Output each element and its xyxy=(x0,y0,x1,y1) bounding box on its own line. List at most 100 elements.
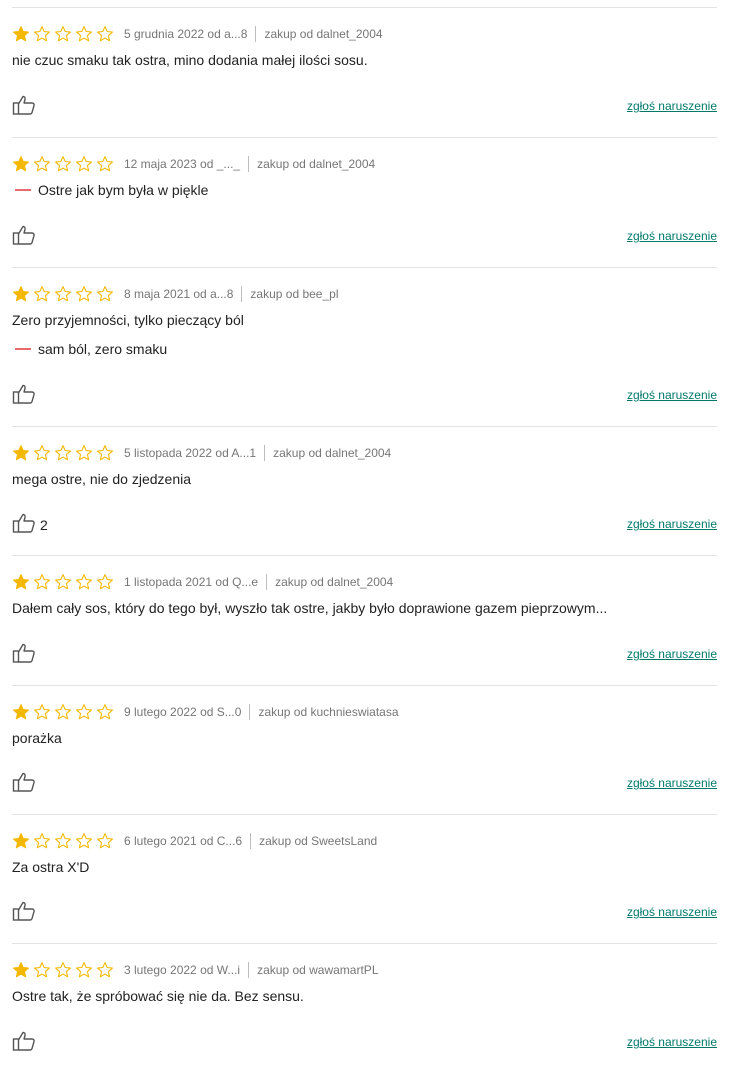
star-filled-icon xyxy=(12,444,30,462)
review-text: Ostre tak, że spróbować się nie da. Bez … xyxy=(12,988,304,1004)
review-date-author: 6 lutego 2021 od C...6 xyxy=(124,834,243,848)
review-item: 5 grudnia 2022 od a...8 zakup od dalnet_2… xyxy=(12,8,717,138)
star-filled-icon xyxy=(12,961,30,979)
star-empty-icon xyxy=(33,573,51,591)
thumbs-up-icon xyxy=(12,1030,36,1052)
report-violation-link[interactable]: zgłoś naruszenie xyxy=(627,647,717,661)
report-violation-link[interactable]: zgłoś naruszenie xyxy=(627,388,717,402)
star-empty-icon xyxy=(75,285,93,303)
like-button[interactable]: 2 xyxy=(12,512,48,534)
thumbs-up-icon xyxy=(12,642,36,664)
review-meta: 6 lutego 2021 od C...6 zakup od SweetsLan… xyxy=(12,831,377,851)
star-empty-icon xyxy=(96,444,114,462)
review-seller: zakup od dalnet_2004 xyxy=(273,446,392,460)
review-item: 8 maja 2021 od a...8 zakup od bee_pl Zero … xyxy=(12,268,717,427)
report-violation-link[interactable]: zgłoś naruszenie xyxy=(627,517,717,531)
report-violation-link[interactable]: zgłoś naruszenie xyxy=(627,1035,717,1049)
star-empty-icon xyxy=(54,832,72,850)
review-con-text: Ostre jak bym była w piękle xyxy=(38,182,209,198)
star-filled-icon xyxy=(12,703,30,721)
meta-separator xyxy=(248,156,250,172)
review-text: Dałem cały sos, który do tego był, wyszł… xyxy=(12,600,608,616)
star-empty-icon xyxy=(96,961,114,979)
review-date-author: 3 lutego 2022 od W...i xyxy=(124,963,241,977)
rating-stars xyxy=(12,961,114,979)
star-empty-icon xyxy=(33,25,51,43)
review-item: 3 lutego 2022 od W...i zakup od wawamartP… xyxy=(12,944,717,1068)
review-item: 5 listopada 2022 od A...1 zakup od dalnet… xyxy=(12,427,717,556)
review-text: mega ostre, nie do zjedzenia xyxy=(12,471,191,487)
like-count: 2 xyxy=(40,517,48,533)
meta-separator xyxy=(266,574,268,590)
star-empty-icon xyxy=(96,155,114,173)
star-empty-icon xyxy=(33,832,51,850)
report-violation-link[interactable]: zgłoś naruszenie xyxy=(627,99,717,113)
review-text: Zero przyjemności, tylko pieczący ból xyxy=(12,312,244,328)
con-dash-icon xyxy=(15,189,31,191)
star-empty-icon xyxy=(75,155,93,173)
meta-separator xyxy=(248,962,250,978)
star-empty-icon xyxy=(54,961,72,979)
review-date-author: 5 listopada 2022 od A...1 xyxy=(124,446,257,460)
like-button[interactable] xyxy=(12,224,36,246)
like-button[interactable] xyxy=(12,900,36,922)
review-seller: zakup od wawamartPL xyxy=(257,963,379,977)
review-date-author: 5 grudnia 2022 od a...8 xyxy=(124,27,248,41)
star-empty-icon xyxy=(75,703,93,721)
rating-stars xyxy=(12,832,114,850)
rating-stars xyxy=(12,573,114,591)
rating-stars xyxy=(12,444,114,462)
like-button[interactable] xyxy=(12,94,36,116)
star-empty-icon xyxy=(54,25,72,43)
like-button[interactable] xyxy=(12,383,36,405)
like-button[interactable] xyxy=(12,1030,36,1052)
star-empty-icon xyxy=(54,285,72,303)
star-filled-icon xyxy=(12,25,30,43)
report-violation-link[interactable]: zgłoś naruszenie xyxy=(627,905,717,919)
star-filled-icon xyxy=(12,573,30,591)
meta-separator xyxy=(249,704,251,720)
review-item: 1 listopada 2021 od Q...e zakup od dalnet… xyxy=(12,556,717,686)
review-text: nie czuc smaku tak ostra, mino dodania m… xyxy=(12,52,368,68)
rating-stars xyxy=(12,155,114,173)
star-empty-icon xyxy=(75,444,93,462)
rating-stars xyxy=(12,25,114,43)
star-empty-icon xyxy=(54,444,72,462)
star-empty-icon xyxy=(54,155,72,173)
review-seller: zakup od bee_pl xyxy=(250,287,339,301)
rating-stars xyxy=(12,285,114,303)
con-dash-icon xyxy=(15,348,31,350)
review-meta: 12 maja 2023 od _..._ zakup od dalnet_200… xyxy=(12,154,375,174)
review-seller: zakup od dalnet_2004 xyxy=(257,157,376,171)
star-empty-icon xyxy=(75,25,93,43)
review-seller: zakup od dalnet_2004 xyxy=(275,575,394,589)
star-empty-icon xyxy=(33,285,51,303)
star-filled-icon xyxy=(12,155,30,173)
review-date-author: 12 maja 2023 od _..._ xyxy=(124,157,241,171)
review-text: porażka xyxy=(12,730,62,746)
star-empty-icon xyxy=(33,703,51,721)
star-empty-icon xyxy=(33,155,51,173)
star-filled-icon xyxy=(12,285,30,303)
review-meta: 5 listopada 2022 od A...1 zakup od dalnet… xyxy=(12,443,391,463)
like-button[interactable] xyxy=(12,771,36,793)
like-button[interactable] xyxy=(12,642,36,664)
report-violation-link[interactable]: zgłoś naruszenie xyxy=(627,776,717,790)
thumbs-up-icon xyxy=(12,94,36,116)
review-meta: 3 lutego 2022 od W...i zakup od wawamartP… xyxy=(12,960,379,980)
meta-separator xyxy=(250,833,252,849)
star-empty-icon xyxy=(75,832,93,850)
star-empty-icon xyxy=(96,832,114,850)
review-meta: 9 lutego 2022 od S...0 zakup od kuchniesw… xyxy=(12,702,399,722)
review-item: 9 lutego 2022 od S...0 zakup od kuchniesw… xyxy=(12,686,717,815)
review-con-text: sam ból, zero smaku xyxy=(38,341,168,357)
meta-separator xyxy=(255,26,257,42)
review-seller: zakup od dalnet_2004 xyxy=(264,27,383,41)
star-empty-icon xyxy=(96,285,114,303)
meta-separator xyxy=(241,286,243,302)
report-violation-link[interactable]: zgłoś naruszenie xyxy=(627,229,717,243)
star-empty-icon xyxy=(96,25,114,43)
star-empty-icon xyxy=(33,444,51,462)
star-empty-icon xyxy=(96,573,114,591)
rating-stars xyxy=(12,703,114,721)
